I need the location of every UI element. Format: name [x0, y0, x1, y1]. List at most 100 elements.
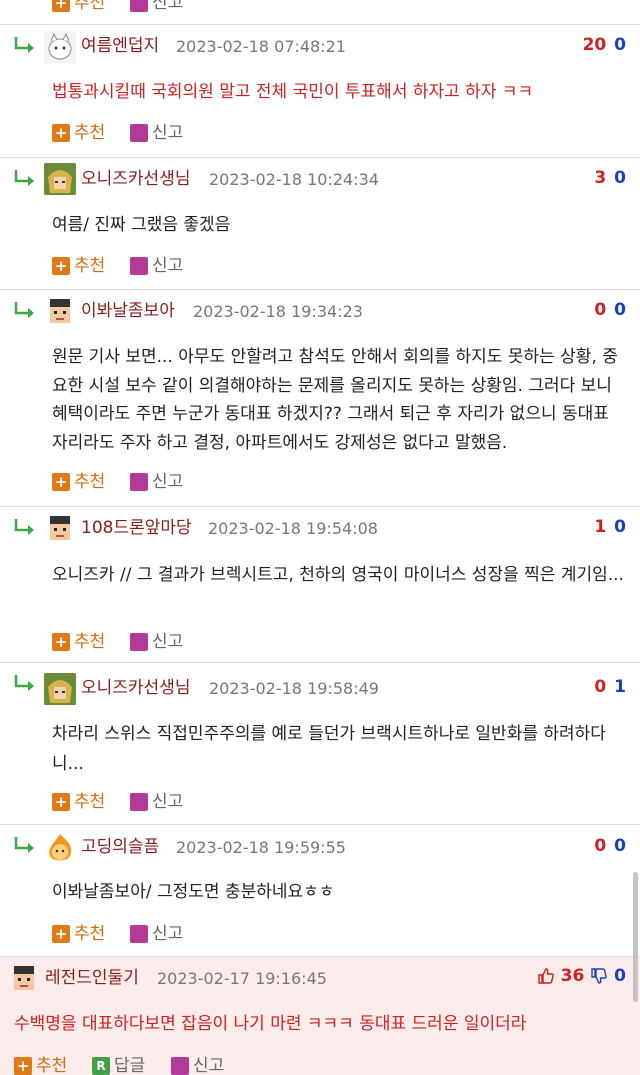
comment-nickname[interactable]: 108드론앞마당 — [81, 517, 192, 539]
comment-nickname[interactable]: 오니즈카선생님 — [81, 677, 190, 699]
siren-icon — [130, 793, 148, 811]
plus-icon: + — [52, 257, 70, 275]
comment-nickname[interactable]: 고딩의슬픔 — [81, 836, 159, 858]
downvote-count: 1 — [614, 677, 626, 697]
downvote-count: 0 — [614, 35, 626, 55]
pixel-avatar[interactable] — [44, 295, 76, 327]
siren-icon — [171, 1057, 189, 1075]
plus-icon: + — [52, 473, 70, 491]
report-label: 신고 — [152, 256, 184, 276]
recommend-label: 추천 — [74, 0, 106, 13]
comment-item: 오니즈카선생님 2023-02-18 19:58:49 0 1 차라리 스위스 … — [0, 663, 640, 825]
report-label: 신고 — [152, 472, 184, 492]
pixel-avatar[interactable] — [8, 962, 40, 994]
plus-icon: + — [52, 0, 70, 12]
plus-icon: + — [52, 925, 70, 943]
recommend-label: 추천 — [74, 256, 106, 276]
reply-arrow-icon — [14, 170, 34, 186]
thumbs-up-icon[interactable] — [537, 967, 555, 985]
scrollbar[interactable] — [633, 872, 638, 1002]
recommend-label: 추천 — [36, 1056, 68, 1075]
siren-icon — [130, 925, 148, 943]
comment-text: 원문 기사 보면... 아무도 안할려고 참석도 안해서 회의를 하지도 못하는… — [52, 347, 618, 453]
thumbs-down-icon[interactable] — [590, 967, 608, 985]
comment-date: 2023-02-18 19:58:49 — [209, 679, 379, 698]
recommend-label: 추천 — [74, 792, 106, 812]
comment-nickname[interactable]: 레전드인둘기 — [45, 967, 139, 989]
comment-nickname[interactable]: 여름엔덥지 — [81, 35, 159, 57]
upvote-count: 3 — [594, 168, 607, 188]
anime-avatar[interactable] — [44, 163, 76, 195]
downvote-count: 0 — [614, 168, 626, 188]
downvote-count: 0 — [614, 300, 626, 320]
reply-arrow-icon — [14, 837, 34, 853]
flame-avatar[interactable] — [44, 832, 76, 864]
vote-count: 36 0 — [537, 965, 626, 987]
comment-text: 차라리 스위스 직접민주주의를 예로 들던가 브랙시트하나로 일반화를 하려하다… — [52, 724, 606, 774]
recommend-label: 추천 — [74, 632, 106, 652]
comment-item: 고딩의슬픔 2023-02-18 19:59:55 0 0 이봐날좀보아/ 그정… — [0, 825, 640, 957]
reply-arrow-icon — [14, 675, 34, 691]
vote-count: 0 0 — [594, 299, 626, 321]
plus-icon: + — [52, 124, 70, 142]
vote-count: 3 0 — [594, 167, 626, 189]
pixel-avatar[interactable] — [44, 512, 76, 544]
comment-item: 이봐날좀보아 2023-02-18 19:34:23 0 0 원문 기사 보면.… — [0, 290, 640, 507]
partial-comment-actions: + 추천 신고 — [0, 0, 640, 25]
comment-text: 오니즈카 // 그 결과가 브렉시트고, 천하의 영국이 마이너스 성장을 찍은… — [52, 565, 624, 585]
comment-date: 2023-02-18 19:54:08 — [208, 519, 378, 538]
reply-label: 답글 — [114, 1056, 146, 1075]
report-label: 신고 — [152, 123, 184, 143]
siren-icon — [130, 124, 148, 142]
siren-icon — [130, 0, 148, 12]
siren-icon — [130, 257, 148, 275]
reply-arrow-icon — [14, 302, 34, 318]
plus-icon: + — [14, 1057, 32, 1075]
downvote-count: 0 — [614, 966, 626, 986]
cat-avatar[interactable] — [44, 31, 76, 63]
siren-icon — [130, 633, 148, 651]
comment-text: 수백명을 대표하다보면 잡음이 나기 마련 ㅋㅋㅋ 동대표 드러운 일이더라 — [14, 1014, 527, 1034]
comment-nickname[interactable]: 이봐날좀보아 — [81, 300, 175, 322]
comment-item: 108드론앞마당 2023-02-18 19:54:08 1 0 오니즈카 //… — [0, 507, 640, 663]
upvote-count: 0 — [594, 677, 607, 697]
report-label: 신고 — [152, 792, 184, 812]
vote-count: 20 0 — [583, 34, 626, 56]
comment-date: 2023-02-18 10:24:34 — [209, 170, 379, 189]
comment-date: 2023-02-18 07:48:21 — [176, 37, 346, 56]
comment-item: 여름엔덥지 2023-02-18 07:48:21 20 0 법통과시킬때 국회… — [0, 25, 640, 158]
comment-nickname[interactable]: 오니즈카선생님 — [81, 168, 190, 190]
siren-icon — [130, 473, 148, 491]
reply-arrow-icon — [14, 37, 34, 53]
comment-text: 여름/ 진짜 그랬음 좋겠음 — [52, 215, 231, 235]
reply-icon: R — [92, 1057, 110, 1075]
comment-date: 2023-02-17 19:16:45 — [157, 969, 327, 988]
upvote-count: 0 — [594, 836, 607, 856]
vote-count: 0 0 — [594, 835, 626, 857]
vote-count: 1 0 — [594, 516, 626, 538]
report-label: 신고 — [193, 1056, 225, 1075]
comment-date: 2023-02-18 19:59:55 — [176, 838, 346, 857]
vote-count: 0 1 — [594, 676, 626, 698]
report-label: 신고 — [152, 924, 184, 944]
recommend-label: 추천 — [74, 472, 106, 492]
comment-text: 법통과시킬때 국회의원 말고 전체 국민이 투표해서 하자고 하자 ㅋㅋ — [52, 82, 534, 102]
comment-date: 2023-02-18 19:34:23 — [193, 302, 363, 321]
report-label: 신고 — [152, 0, 184, 13]
downvote-count: 0 — [614, 517, 626, 537]
reply-arrow-icon — [14, 519, 34, 535]
upvote-count: 20 — [582, 35, 607, 55]
comment-item: 오니즈카선생님 2023-02-18 10:24:34 3 0 여름/ 진짜 그… — [0, 158, 640, 290]
upvote-count: 0 — [594, 300, 607, 320]
downvote-count: 0 — [614, 836, 626, 856]
plus-icon: + — [52, 793, 70, 811]
upvote-count: 1 — [594, 517, 607, 537]
recommend-label: 추천 — [74, 123, 106, 143]
best-comment-item: 레전드인둘기 2023-02-17 19:16:45 36 0 수백명을 대표하… — [0, 957, 640, 1075]
upvote-count: 36 — [560, 966, 585, 986]
comment-text: 이봐날좀보아/ 그정도면 충분하네요ㅎㅎ — [52, 882, 335, 902]
plus-icon: + — [52, 633, 70, 651]
recommend-label: 추천 — [74, 924, 106, 944]
anime-avatar[interactable] — [44, 673, 76, 705]
report-label: 신고 — [152, 632, 184, 652]
